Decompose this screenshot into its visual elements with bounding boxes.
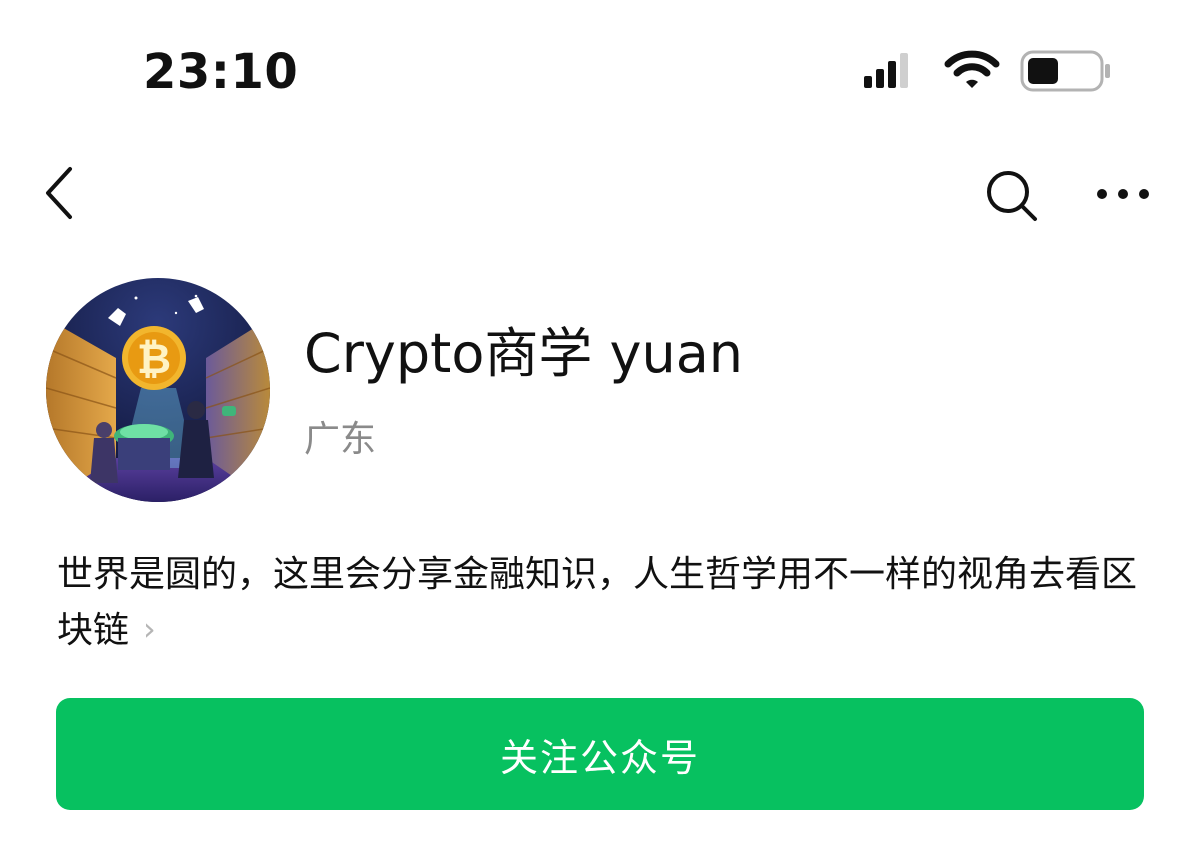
chevron-right-icon: › [143,610,156,648]
account-avatar[interactable]: ₿ [46,278,270,502]
search-icon[interactable] [984,168,1040,224]
account-region: 广东 [304,419,377,460]
bitcoin-vault-illustration: ₿ [46,278,270,502]
back-arrow-icon[interactable] [40,165,80,221]
status-time: 23:10 [143,44,299,100]
more-icon[interactable] [1094,180,1152,208]
wifi-icon [944,50,1000,88]
cellular-signal-icon [864,53,908,88]
account-name: Crypto商学 yuan [304,322,744,385]
svg-text:₿: ₿ [137,334,171,383]
follow-account-button[interactable]: 关注公众号 [56,698,1144,810]
description-text: 世界是圆的，这里会分享金融知识，人生哲学用不一样的视角去看区块链 [57,554,1138,651]
account-description[interactable]: 世界是圆的，这里会分享金融知识，人生哲学用不一样的视角去看区块链 › [57,548,1147,658]
battery-icon [1020,50,1110,92]
